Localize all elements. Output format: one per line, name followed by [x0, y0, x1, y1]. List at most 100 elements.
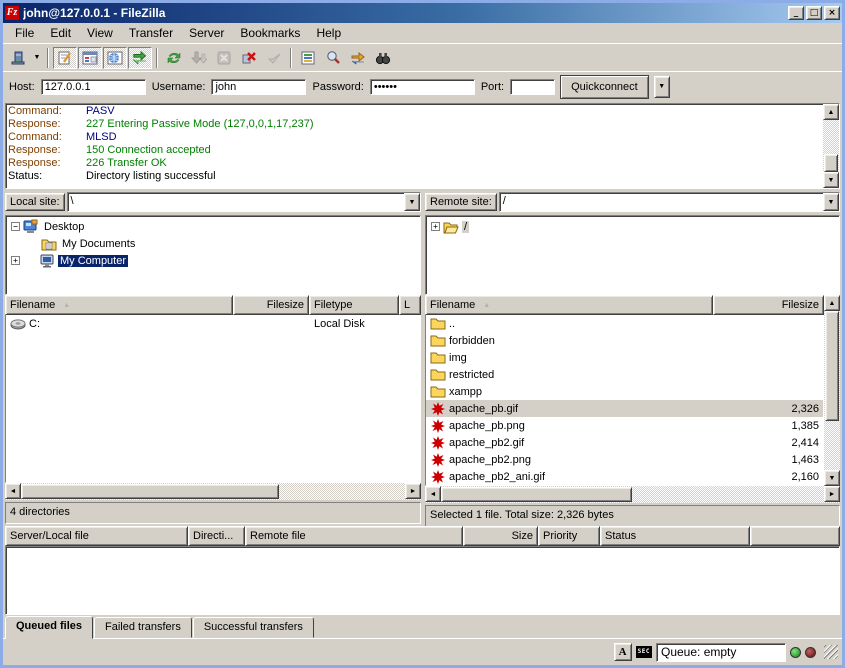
username-input[interactable]	[211, 79, 306, 95]
search-files-button[interactable]	[371, 47, 395, 69]
tree-item-label[interactable]: My Computer	[58, 255, 128, 267]
file-row-apache-pb2-png[interactable]: apache_pb2.png 1,463	[426, 451, 823, 468]
toggle-transfer-queue-button[interactable]	[128, 47, 152, 69]
file-row-apache-pb-gif[interactable]: apache_pb.gif 2,326	[426, 400, 823, 417]
log-vertical-scrollbar[interactable]: ▲ ▼	[823, 104, 839, 188]
cancel-operation-button[interactable]	[212, 47, 236, 69]
scroll-left-button[interactable]: ◄	[425, 486, 441, 502]
tree-item-label[interactable]: My Documents	[60, 238, 137, 250]
filter-button[interactable]	[296, 47, 320, 69]
reconnect-button[interactable]	[262, 47, 286, 69]
scrollbar-thumb[interactable]	[21, 484, 279, 499]
menu-server[interactable]: Server	[181, 24, 232, 42]
file-row-apache-pb2-ani-gif[interactable]: apache_pb2_ani.gif 2,160	[426, 468, 823, 485]
site-manager-button[interactable]	[6, 47, 30, 69]
scroll-right-button[interactable]: ►	[824, 486, 840, 502]
remote-vertical-scrollbar[interactable]: ▲ ▼	[824, 295, 840, 486]
transfer-type-indicator[interactable]: A	[614, 643, 632, 661]
encryption-indicator[interactable]: SEC	[636, 646, 652, 658]
scroll-up-button[interactable]: ▲	[824, 295, 840, 311]
scrollbar-thumb[interactable]	[824, 154, 838, 172]
tab-queued-files[interactable]: Queued files	[5, 616, 93, 639]
disconnect-button[interactable]	[237, 47, 261, 69]
column-header-filename[interactable]: Filename▲	[5, 295, 233, 315]
transfer-queue-icon	[132, 50, 148, 66]
scroll-up-button[interactable]: ▲	[823, 104, 839, 120]
column-header-server-local-file[interactable]: Server/Local file	[5, 526, 188, 546]
process-queue-button[interactable]	[187, 47, 211, 69]
column-header-direction[interactable]: Directi...	[188, 526, 245, 546]
column-header-priority[interactable]: Priority	[538, 526, 600, 546]
column-header-lastmodified[interactable]: L	[399, 295, 421, 315]
menu-bookmarks[interactable]: Bookmarks	[232, 24, 308, 42]
column-header-filesize[interactable]: Filesize	[713, 295, 824, 315]
file-row-xampp[interactable]: xampp	[426, 383, 823, 400]
menu-file[interactable]: File	[7, 24, 42, 42]
remote-path[interactable]: /	[500, 193, 823, 211]
remote-horizontal-scrollbar[interactable]: ◄ ►	[425, 486, 840, 503]
site-manager-dropdown[interactable]: ▼	[31, 47, 43, 69]
quickconnect-button[interactable]: Quickconnect	[561, 76, 648, 98]
tree-item-desktop[interactable]: − Desktop	[6, 218, 420, 235]
refresh-button[interactable]	[162, 47, 186, 69]
scroll-down-button[interactable]: ▼	[823, 172, 839, 188]
my-computer-icon	[39, 253, 55, 269]
scrollbar-thumb[interactable]	[825, 311, 839, 421]
local-path[interactable]: \	[68, 193, 404, 211]
menu-transfer[interactable]: Transfer	[121, 24, 181, 42]
column-header-remote-file[interactable]: Remote file	[245, 526, 463, 546]
file-row-apache-pb-png[interactable]: apache_pb.png 1,385	[426, 417, 823, 434]
scroll-down-button[interactable]: ▼	[824, 470, 840, 486]
remote-site-bar: Remote site: / ▼	[425, 191, 840, 215]
tree-item-my-computer[interactable]: + My Computer	[6, 252, 420, 269]
menu-edit[interactable]: Edit	[42, 24, 79, 42]
minimize-button[interactable]: _	[788, 6, 804, 20]
menu-view[interactable]: View	[79, 24, 121, 42]
tab-successful-transfers[interactable]: Successful transfers	[193, 617, 314, 638]
expand-icon[interactable]: +	[431, 222, 440, 231]
tree-item-root[interactable]: + /	[426, 218, 839, 235]
tab-failed-transfers[interactable]: Failed transfers	[94, 617, 192, 638]
toggle-message-log-button[interactable]	[53, 47, 77, 69]
toggle-local-tree-button[interactable]	[78, 47, 102, 69]
file-row-apache-pb2-gif[interactable]: apache_pb2.gif 2,414	[426, 434, 823, 451]
scroll-left-button[interactable]: ◄	[5, 483, 21, 499]
remote-list-header: Filename▲ Filesize	[425, 295, 824, 315]
column-header-size[interactable]: Size	[463, 526, 538, 546]
column-header-status[interactable]: Status	[600, 526, 750, 546]
remote-site-combobox[interactable]: / ▼	[499, 192, 840, 212]
column-header-filetype[interactable]: Filetype	[309, 295, 399, 315]
remote-tree: + /	[425, 215, 840, 295]
host-input[interactable]	[41, 79, 146, 95]
file-row-c-drive[interactable]: C: Local Disk	[6, 315, 420, 332]
remote-site-dropdown[interactable]: ▼	[823, 193, 839, 211]
local-horizontal-scrollbar[interactable]: ◄ ►	[5, 483, 421, 500]
column-header-filesize[interactable]: Filesize	[233, 295, 309, 315]
expand-icon[interactable]: +	[11, 256, 20, 265]
tree-item-my-documents[interactable]: My Documents	[6, 235, 420, 252]
site-manager-icon	[10, 50, 26, 66]
close-button[interactable]: ×	[824, 6, 840, 20]
file-row-parent[interactable]: ..	[426, 315, 823, 332]
file-row-forbidden[interactable]: forbidden	[426, 332, 823, 349]
maximize-button[interactable]: □	[806, 6, 822, 20]
file-row-img[interactable]: img	[426, 349, 823, 366]
local-site-dropdown[interactable]: ▼	[404, 193, 420, 211]
resize-grip[interactable]	[824, 645, 838, 659]
column-header-filename[interactable]: Filename▲	[425, 295, 713, 315]
menu-help[interactable]: Help	[308, 24, 349, 42]
directory-comparison-button[interactable]	[321, 47, 345, 69]
scrollbar-thumb[interactable]	[441, 487, 632, 502]
tree-item-label[interactable]: Desktop	[42, 221, 86, 233]
password-input[interactable]	[370, 79, 475, 95]
scroll-right-button[interactable]: ►	[405, 483, 421, 499]
tree-item-label[interactable]: /	[462, 221, 469, 233]
toggle-remote-tree-button[interactable]	[103, 47, 127, 69]
synchronized-browsing-button[interactable]	[346, 47, 370, 69]
port-input[interactable]	[510, 79, 555, 95]
file-row-restricted[interactable]: restricted	[426, 366, 823, 383]
quickconnect-dropdown[interactable]: ▼	[654, 76, 670, 98]
log-line: Response:226 Transfer OK	[8, 157, 821, 170]
local-site-combobox[interactable]: \ ▼	[67, 192, 421, 212]
collapse-icon[interactable]: −	[11, 222, 20, 231]
